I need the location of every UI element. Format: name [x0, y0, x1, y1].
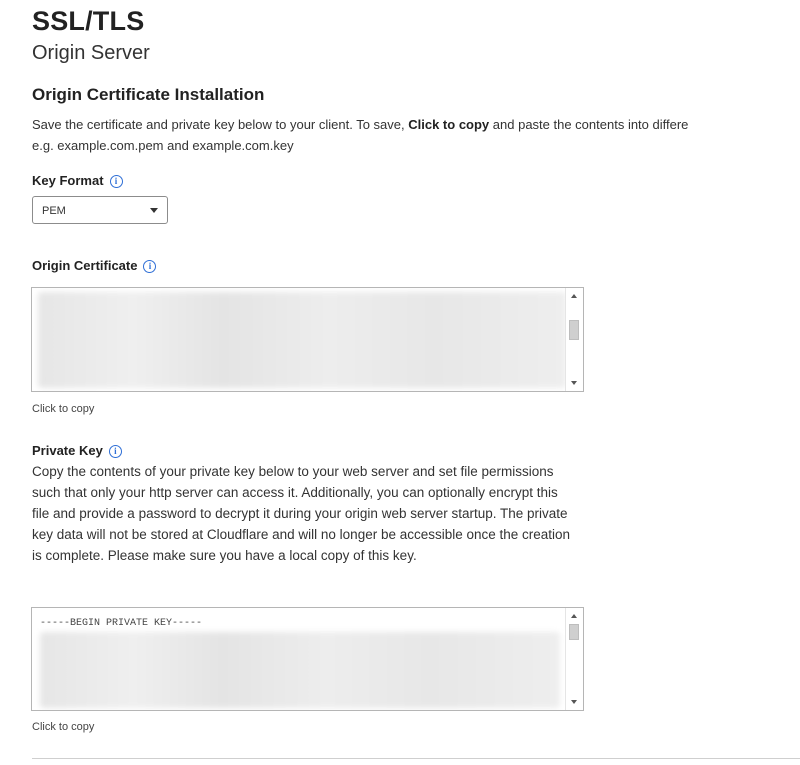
origin-certificate-label: Origin Certificate — [32, 258, 138, 273]
scroll-thumb[interactable] — [569, 320, 579, 340]
scroll-up-icon[interactable] — [571, 614, 577, 618]
scroll-down-icon[interactable] — [571, 381, 577, 385]
chevron-down-icon — [150, 208, 158, 213]
origin-certificate-textarea[interactable] — [31, 287, 584, 392]
redacted-certificate-content — [38, 292, 566, 388]
key-format-label-row: Key Format i — [32, 173, 123, 188]
private-key-textarea[interactable]: -----BEGIN PRIVATE KEY----- — [31, 607, 584, 711]
private-key-description: Copy the contents of your private key be… — [32, 464, 571, 563]
certificate-scrollbar[interactable] — [565, 288, 583, 391]
page-title: SSL/TLS — [32, 6, 145, 36]
desc-text-pre: Save the certificate and private key bel… — [32, 117, 409, 132]
private-key-scrollbar[interactable] — [565, 608, 583, 710]
private-key-label-row: Private Key i — [32, 443, 122, 458]
desc-text-line2: e.g. example.com.pem and example.com.key — [32, 138, 294, 153]
private-key-first-line: -----BEGIN PRIVATE KEY----- — [40, 618, 203, 629]
desc-text-bold: Click to copy — [408, 117, 490, 132]
info-circle-icon[interactable]: i — [108, 445, 122, 458]
info-circle-icon[interactable]: i — [109, 175, 123, 188]
key-format-select[interactable]: PEM — [32, 196, 168, 224]
certificate-copy-link[interactable]: Click to copy — [32, 403, 94, 415]
key-format-value: PEM — [42, 205, 66, 217]
desc-text-post: and paste the contents into differe — [489, 117, 689, 132]
key-format-label: Key Format — [32, 173, 104, 188]
origin-certificate-label-row: Origin Certificate i — [32, 258, 157, 273]
scroll-down-icon[interactable] — [571, 700, 577, 704]
installation-description: Save the certificate and private key bel… — [32, 114, 688, 156]
scroll-up-icon[interactable] — [571, 294, 577, 298]
section-divider — [32, 758, 800, 759]
scroll-thumb[interactable] — [569, 624, 579, 640]
info-circle-icon[interactable]: i — [143, 260, 157, 273]
page-subtitle: Origin Server — [32, 42, 150, 64]
private-key-copy-link[interactable]: Click to copy — [32, 721, 94, 733]
redacted-private-key-content — [40, 632, 560, 708]
private-key-label: Private Key — [32, 443, 103, 458]
section-title: Origin Certificate Installation — [32, 85, 265, 104]
